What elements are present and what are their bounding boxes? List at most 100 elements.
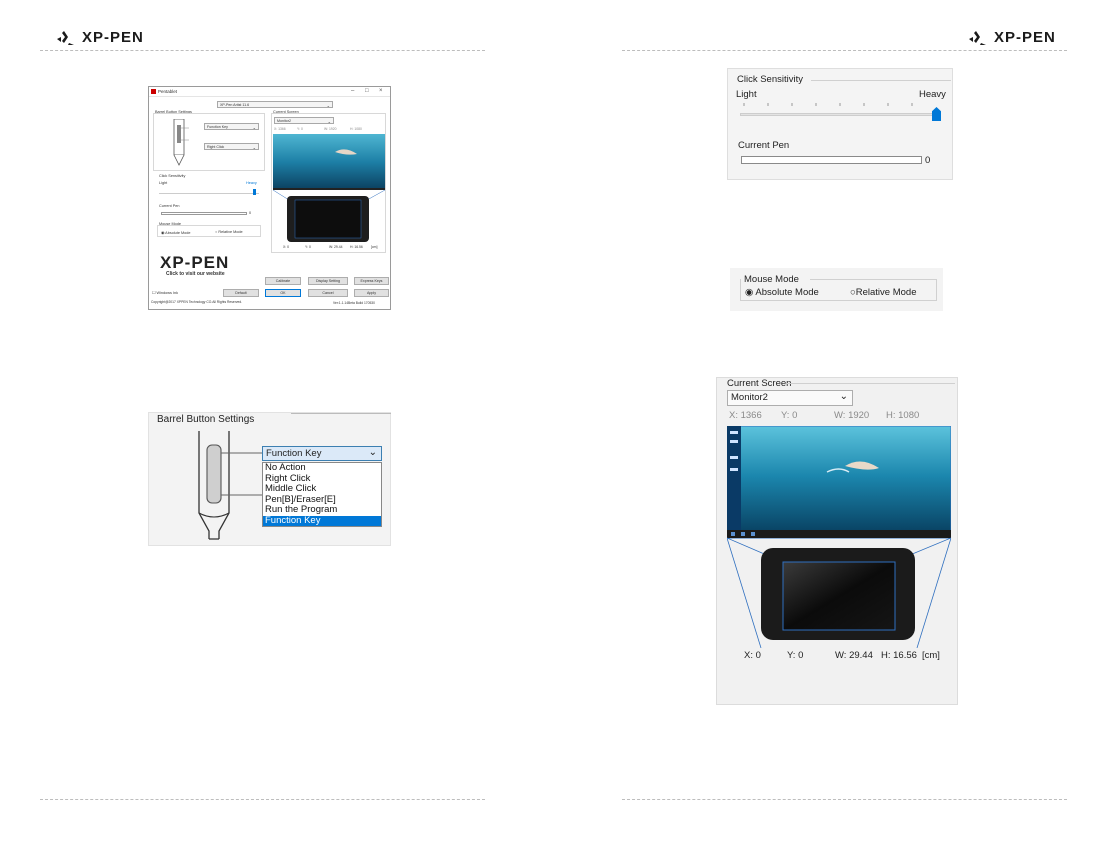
close-icon[interactable]: × bbox=[379, 88, 383, 94]
dropdown-option-selected[interactable]: Function Key bbox=[263, 515, 381, 526]
minimize-icon[interactable]: – bbox=[351, 88, 354, 94]
lower-button-select[interactable]: Right Click ⌄ bbox=[204, 143, 259, 150]
header-rule-left bbox=[40, 50, 485, 51]
mouse-mode-panel: Mouse Mode ◉ Absolute Mode ○Relative Mod… bbox=[730, 268, 943, 311]
dialog-titlebar: Pentablet – □ × bbox=[149, 87, 390, 97]
group-border bbox=[787, 383, 955, 384]
upper-button-select[interactable]: Function Key ⌄ bbox=[204, 123, 259, 130]
screen-preview bbox=[273, 134, 385, 242]
tablet-y: Y: 0 bbox=[305, 245, 311, 249]
click-sensitivity-title: Click Sensitivity bbox=[737, 74, 803, 85]
header-rule-right bbox=[622, 50, 1067, 51]
device-select-value: XP-Pen Artist 11.6 bbox=[220, 103, 250, 107]
group-border bbox=[291, 413, 391, 414]
tablet-h: H: 16.56 bbox=[350, 245, 363, 249]
absolute-mode-label: Absolute Mode bbox=[755, 287, 819, 298]
xppen-logo-left: XP-PEN bbox=[56, 29, 144, 46]
logo-text: XP-PEN bbox=[82, 29, 144, 46]
screen-h: H: 1080 bbox=[350, 127, 362, 131]
monitor-select-value: Monitor2 bbox=[731, 392, 768, 403]
copyright-text: Copyright@2017 XPPEN Technology CO.All R… bbox=[151, 300, 243, 304]
screen-y: Y: 0 bbox=[781, 410, 798, 421]
barrel-zoom-title: Barrel Button Settings bbox=[157, 414, 255, 425]
tablet-unit: [cm] bbox=[922, 650, 940, 661]
current-screen-panel: Current Screen Monitor2 ⌄ X: 1366 Y: 0 W… bbox=[716, 377, 958, 705]
tablet-unit: [cm] bbox=[371, 245, 378, 249]
windows-ink-label: Windows Ink bbox=[156, 291, 178, 295]
cancel-button[interactable]: Cancel bbox=[308, 289, 348, 297]
group-border-top bbox=[810, 279, 937, 280]
pen-barrel-icon bbox=[198, 431, 263, 540]
group-border bbox=[811, 80, 951, 81]
screen-y: Y: 0 bbox=[297, 127, 303, 131]
chevron-down-icon: ⌄ bbox=[839, 391, 848, 402]
barrel-function-select[interactable]: Function Key ⌄ bbox=[262, 446, 382, 461]
current-pen-label: Current Pen bbox=[738, 140, 790, 151]
tablet-w: W: 29.44 bbox=[329, 245, 343, 249]
default-button[interactable]: Default bbox=[223, 289, 259, 297]
express-keys-button[interactable]: Express Keys bbox=[354, 277, 389, 285]
click-slider-thumb[interactable] bbox=[253, 189, 256, 195]
tablet-w: W: 29.44 bbox=[835, 650, 873, 661]
pen-pressure-bar bbox=[161, 212, 247, 215]
relative-mode-radio[interactable]: ○Relative Mode bbox=[850, 287, 916, 298]
dropdown-option[interactable]: No Action bbox=[263, 462, 381, 474]
barrel-zoom-panel: Barrel Button Settings Function Key ⌄ No… bbox=[148, 412, 391, 546]
footer-rule-right bbox=[622, 799, 1067, 800]
screen-w: W: 1920 bbox=[324, 127, 337, 131]
monitor-select[interactable]: Monitor2 ⌄ bbox=[274, 117, 334, 124]
chevron-down-icon: ⌄ bbox=[252, 124, 256, 130]
chevron-down-icon: ⌄ bbox=[252, 144, 256, 150]
click-slider-track[interactable] bbox=[740, 113, 940, 116]
tablet-x: X: 0 bbox=[283, 245, 290, 249]
relative-mode-radio[interactable]: ○ Relative Mode bbox=[215, 230, 243, 234]
xppen-logo-right: XP-PEN bbox=[968, 29, 1056, 46]
absolute-mode-radio[interactable]: ◉ Absolute Mode bbox=[745, 287, 819, 298]
screen-h: H: 1080 bbox=[886, 410, 920, 421]
calibrate-button[interactable]: Calibrate bbox=[265, 277, 301, 285]
absolute-mode-radio[interactable]: ◉ Absolute Mode bbox=[161, 230, 191, 235]
pen-illustration bbox=[173, 119, 189, 166]
light-label: Light bbox=[736, 89, 757, 100]
footer-rule-left bbox=[40, 799, 485, 800]
app-icon bbox=[151, 89, 156, 94]
click-sensitivity-panel: Click Sensitivity Light Heavy Current Pe… bbox=[727, 68, 953, 180]
heavy-label: Heavy bbox=[919, 89, 946, 100]
device-select[interactable]: XP-Pen Artist 11.6 ⌄ bbox=[217, 101, 333, 108]
visit-website-link[interactable]: Click to visit our website bbox=[166, 271, 225, 277]
monitor-select[interactable]: Monitor2 ⌄ bbox=[727, 390, 853, 406]
dialog-title: Pentablet bbox=[158, 89, 178, 94]
upper-button-value: Function Key bbox=[207, 125, 228, 129]
light-label: Light bbox=[159, 181, 168, 185]
dialog-logo[interactable]: XP-PEN bbox=[160, 253, 229, 273]
dropdown-option[interactable]: Run the Program bbox=[263, 504, 381, 516]
xppen-logo-icon bbox=[57, 30, 74, 45]
current-screen-title: Current Screen bbox=[727, 378, 792, 389]
pen-pressure-value: 0 bbox=[249, 211, 252, 215]
tablet-y: Y: 0 bbox=[787, 650, 804, 661]
screen-x: X: 1366 bbox=[274, 127, 286, 131]
chevron-down-icon: ⌄ bbox=[326, 102, 330, 108]
logo-text: XP-PEN bbox=[994, 29, 1056, 46]
xppen-logo-icon bbox=[969, 30, 986, 45]
screen-mapping-preview bbox=[727, 426, 951, 648]
lower-button-value: Right Click bbox=[207, 145, 225, 149]
ok-button[interactable]: OK bbox=[265, 289, 301, 297]
dropdown-option[interactable]: Middle Click bbox=[263, 483, 381, 495]
click-slider-thumb[interactable] bbox=[932, 107, 941, 121]
maximize-icon[interactable]: □ bbox=[365, 88, 369, 94]
screen-w: W: 1920 bbox=[834, 410, 870, 421]
heavy-label: Heavy bbox=[246, 181, 257, 185]
tablet-h: H: 16.56 bbox=[881, 650, 917, 661]
monitor-select-value: Monitor2 bbox=[277, 119, 291, 123]
display-setting-button[interactable]: Display Setting bbox=[308, 277, 348, 285]
apply-button[interactable]: Apply bbox=[354, 289, 389, 297]
chevron-down-icon: ⌄ bbox=[368, 447, 377, 458]
relative-mode-label: Relative Mode bbox=[218, 230, 243, 234]
windows-ink-checkbox[interactable]: ☐ Windows Ink bbox=[152, 290, 178, 295]
absolute-mode-label: Absolute Mode bbox=[165, 231, 191, 235]
barrel-function-dropdown: No Action Right Click Middle Click Pen[B… bbox=[262, 462, 382, 527]
version-text: Ver:1.1.14Beta Build 170530 bbox=[333, 301, 375, 305]
current-pen-label: Current Pen bbox=[159, 204, 180, 208]
click-slider-track[interactable] bbox=[159, 193, 259, 194]
